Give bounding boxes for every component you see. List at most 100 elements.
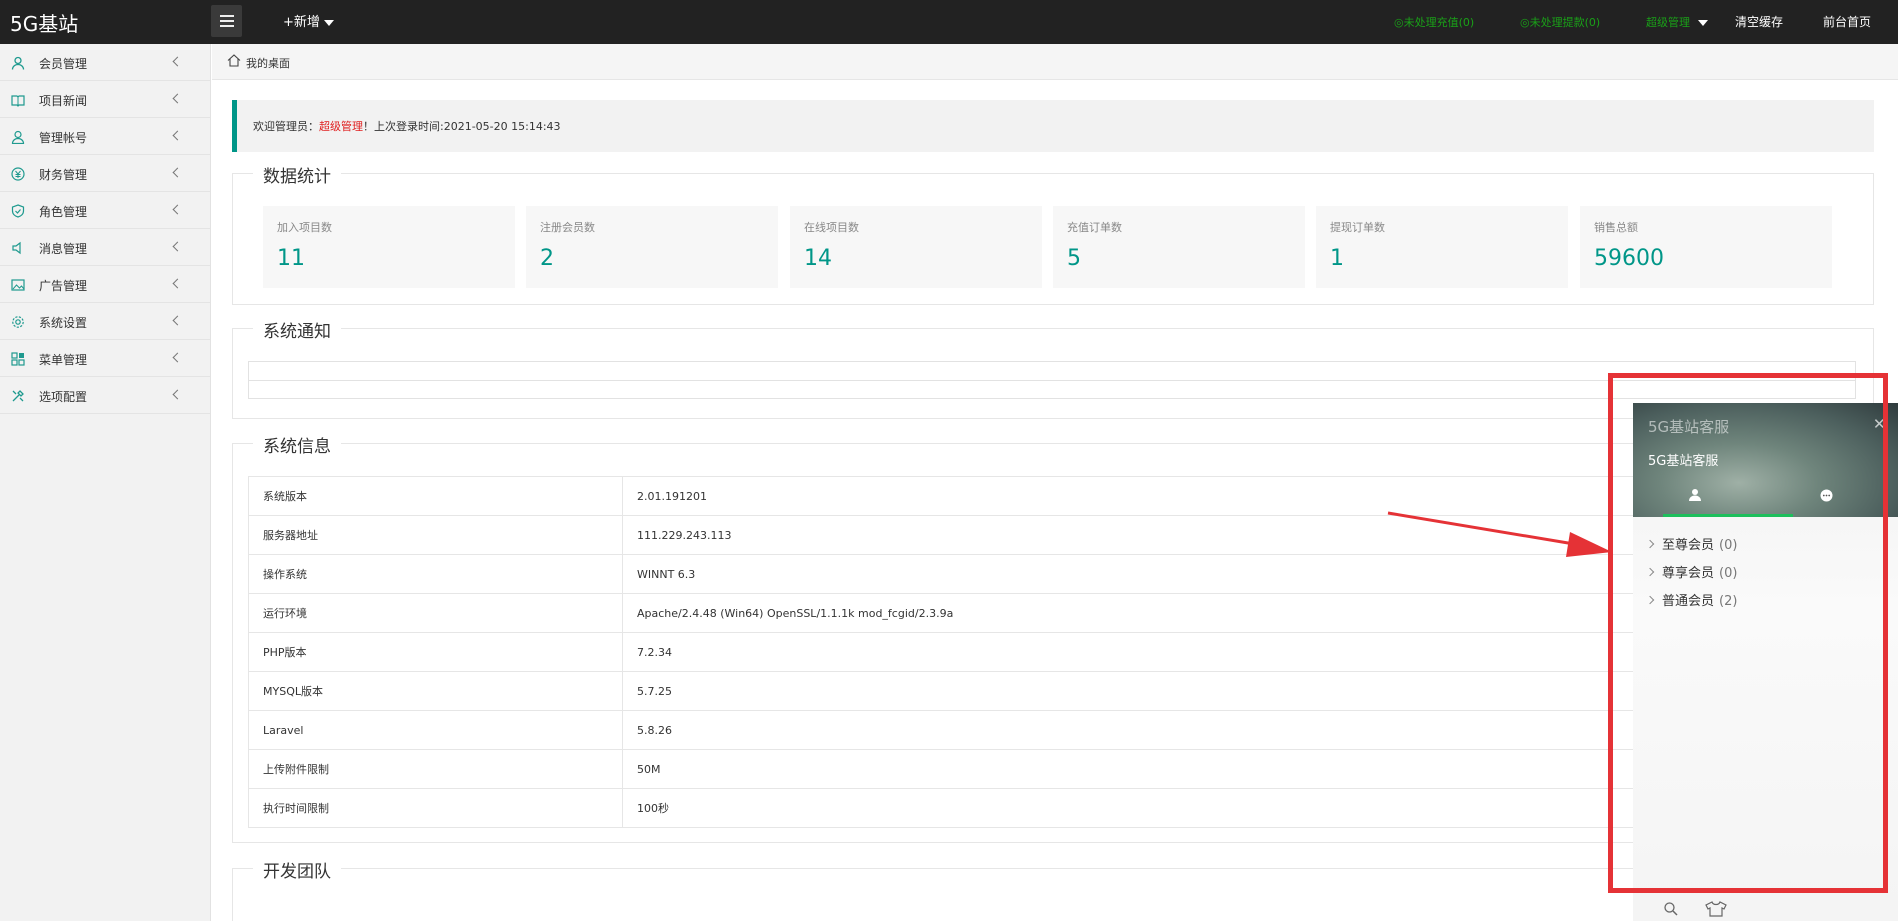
stat-value: 5 [1067, 246, 1081, 271]
breadcrumb-label[interactable]: 我的桌面 [246, 55, 290, 71]
chevron-left-icon [172, 352, 183, 363]
group-name: 尊享会员 [1662, 566, 1715, 581]
welcome-admin-name: 超级管理 [319, 120, 363, 133]
chat-header: 5G基站客服 ✕ 5G基站客服 [1633, 403, 1898, 517]
sidebar-item-accounts[interactable]: 管理帐号 [0, 118, 210, 155]
stat-value: 2 [540, 246, 554, 271]
notice-table [248, 361, 1856, 399]
team-legend: 开发团队 [253, 857, 341, 882]
sysinfo-legend: 系统信息 [253, 432, 341, 457]
menu-toggle-button[interactable] [211, 5, 242, 37]
caret-down-icon [1698, 20, 1708, 26]
chevron-left-icon [172, 130, 183, 141]
table-cell-key: 操作系统 [248, 554, 623, 594]
search-icon[interactable] [1663, 901, 1679, 917]
clear-cache-link[interactable]: 清空缓存 [1735, 13, 1783, 30]
stat-label: 加入项目数 [277, 221, 332, 234]
chevron-right-icon [1645, 595, 1655, 605]
sidebar-item-label: 菜单管理 [39, 353, 88, 367]
chevron-left-icon [172, 167, 183, 178]
contacts-tab-icon[interactable] [1688, 488, 1702, 502]
chevron-right-icon [1645, 567, 1655, 577]
frontend-home-link[interactable]: 前台首页 [1823, 13, 1871, 30]
table-row: 执行时间限制 100秒 [248, 788, 1856, 828]
table-cell-key: 运行环境 [248, 593, 623, 633]
sidebar-item-menus[interactable]: 菜单管理 [0, 340, 210, 377]
chat-title: 5G基站客服 [1648, 418, 1730, 436]
sidebar-item-messages[interactable]: 消息管理 [0, 229, 210, 266]
logo[interactable]: 5G基站 [10, 8, 78, 37]
member-group-item[interactable]: 尊享会员 (0) [1645, 562, 1738, 581]
sidebar-item-settings[interactable]: 系统设置 [0, 303, 210, 340]
group-name: 至尊会员 [1662, 538, 1715, 553]
chevron-left-icon [172, 204, 183, 215]
stat-card-registered-members[interactable]: 注册会员数 2 [526, 206, 778, 288]
stat-value: 1 [1330, 246, 1344, 271]
unprocessed-recharge-link[interactable]: ◎未处理充值(0) [1394, 14, 1474, 30]
sidebar-item-label: 管理帐号 [39, 131, 88, 145]
stat-label: 提现订单数 [1330, 221, 1385, 234]
caret-down-icon [323, 19, 334, 26]
sidebar: 会员管理 项目新闻 管理帐号 财务管理 角色管理 消息管理 广告管理 系统设置 [0, 44, 211, 921]
grid-icon [11, 352, 25, 366]
stat-card-withdraw-orders[interactable]: 提现订单数 1 [1316, 206, 1568, 288]
tools-icon [12, 390, 24, 402]
table-cell-key: 上传附件限制 [248, 749, 623, 789]
sysinfo-table: 系统版本 2.01.191201 服务器地址 111.229.243.113 操作系… [248, 476, 1856, 828]
user-icon [11, 56, 25, 70]
breadcrumb: 我的桌面 [212, 44, 1898, 80]
sidebar-item-roles[interactable]: 角色管理 [0, 192, 210, 229]
stat-value: 11 [277, 246, 305, 271]
sidebar-item-options[interactable]: 选项配置 [0, 377, 210, 414]
table-row: 操作系统 WINNT 6.3 [248, 554, 1856, 594]
welcome-banner: 欢迎管理员：超级管理！上次登录时间:2021-05-20 15:14:43 [232, 100, 1874, 152]
sidebar-item-label: 项目新闻 [39, 94, 88, 108]
group-count: (2) [1719, 594, 1738, 609]
table-cell-key: 系统版本 [248, 476, 623, 516]
gear-icon [12, 316, 24, 328]
table-cell-key: 服务器地址 [248, 515, 623, 555]
stat-card-online-projects[interactable]: 在线项目数 14 [790, 206, 1042, 288]
stats-legend: 数据统计 [253, 162, 341, 187]
group-count: (0) [1719, 566, 1738, 581]
member-group-item[interactable]: 至尊会员 (0) [1645, 534, 1737, 553]
admin-menu[interactable]: 超级管理 [1646, 14, 1708, 30]
account-icon [11, 130, 25, 144]
stat-card-total-sales[interactable]: 销售总额 59600 [1580, 206, 1832, 288]
welcome-suffix: ！上次登录时间:2021-05-20 15:14:43 [363, 120, 561, 133]
shield-icon [11, 204, 25, 218]
add-new-label: +新增 [283, 15, 320, 30]
stat-label: 注册会员数 [540, 221, 595, 234]
sidebar-item-news[interactable]: 项目新闻 [0, 81, 210, 118]
chevron-left-icon [172, 278, 183, 289]
sidebar-item-ads[interactable]: 广告管理 [0, 266, 210, 303]
member-group-item[interactable]: 普通会员 (2) [1645, 590, 1738, 609]
chevron-left-icon [172, 389, 183, 400]
group-name: 普通会员 [1662, 594, 1715, 609]
image-icon [11, 279, 25, 291]
sidebar-item-label: 财务管理 [39, 168, 88, 182]
sidebar-item-members[interactable]: 会员管理 [0, 44, 210, 81]
chevron-right-icon [1645, 539, 1655, 549]
table-row: MYSQL版本 5.7.25 [248, 671, 1856, 711]
sidebar-item-finance[interactable]: 财务管理 [0, 155, 210, 192]
skin-shirt-icon[interactable] [1705, 901, 1727, 917]
stat-card-projects-joined[interactable]: 加入项目数 11 [263, 206, 515, 288]
chevron-left-icon [172, 241, 183, 252]
sidebar-item-label: 角色管理 [39, 205, 88, 219]
stat-value: 59600 [1594, 246, 1664, 271]
chat-bubble-icon[interactable] [1820, 489, 1833, 502]
table-cell-key: 执行时间限制 [248, 788, 623, 828]
table-row-divider [249, 380, 1855, 381]
table-cell-key: PHP版本 [248, 632, 623, 672]
add-new-menu[interactable]: +新增 [283, 11, 334, 30]
chevron-left-icon [172, 315, 183, 326]
table-cell-key: Laravel [248, 710, 623, 750]
stat-card-recharge-orders[interactable]: 充值订单数 5 [1053, 206, 1305, 288]
table-cell-key: MYSQL版本 [248, 671, 623, 711]
close-icon[interactable]: ✕ [1873, 415, 1886, 433]
book-icon [11, 95, 25, 107]
sysinfo-section: 系统信息 系统版本 2.01.191201 服务器地址 111.229.243.11… [232, 432, 1874, 843]
admin-menu-label: 超级管理 [1646, 16, 1690, 29]
unprocessed-withdraw-link[interactable]: ◎未处理提款(0) [1520, 14, 1600, 30]
